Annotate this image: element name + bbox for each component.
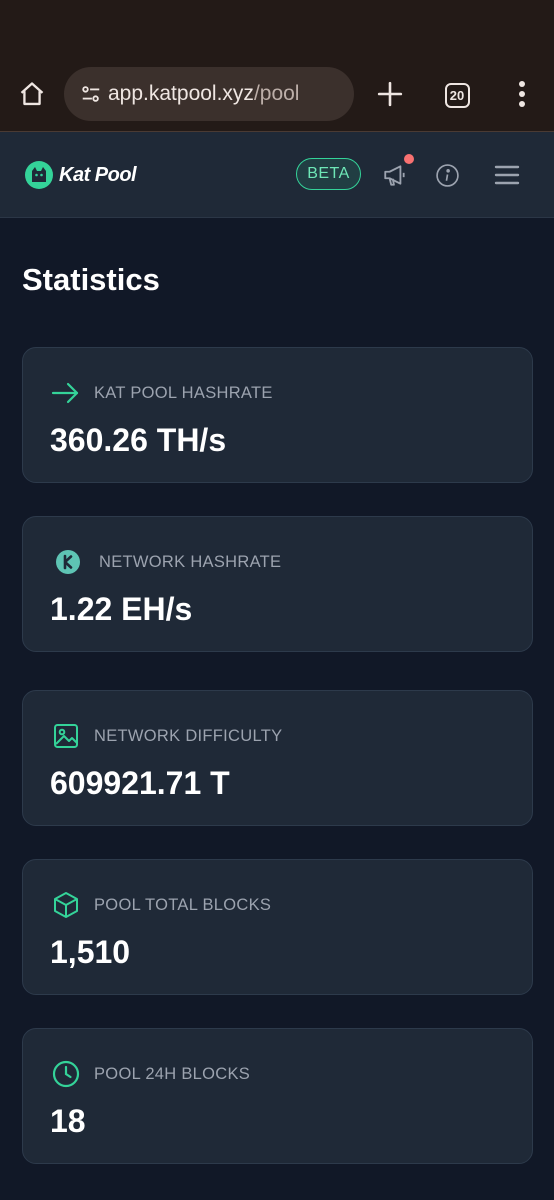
stat-label: KAT POOL HASHRATE — [94, 383, 273, 402]
more-vert-icon[interactable] — [506, 74, 538, 114]
stat-card-pool-total-blocks: POOL TOTAL BLOCKS 1,510 — [22, 859, 533, 995]
site-settings-icon[interactable] — [78, 81, 104, 107]
address-bar[interactable]: app.katpool.xyz/pool — [64, 67, 354, 121]
stat-label: POOL 24H BLOCKS — [94, 1064, 251, 1083]
tab-switcher-icon[interactable]: 20 — [440, 78, 474, 112]
status-bar — [0, 0, 554, 56]
arrow-right-icon — [51, 378, 81, 408]
clock-icon — [51, 1059, 81, 1089]
stat-card-pool-24h-blocks: POOL 24H BLOCKS 18 — [22, 1028, 533, 1164]
stat-card-network-hashrate: NETWORK HASHRATE 1.22 EH/s — [22, 516, 533, 652]
hamburger-menu-icon[interactable] — [490, 158, 524, 192]
app-header: Kat Pool BETA — [0, 132, 554, 218]
tab-count: 20 — [444, 82, 470, 108]
stat-label: POOL TOTAL BLOCKS — [94, 895, 272, 914]
browser-toolbar: app.katpool.xyz/pool 20 — [0, 56, 554, 132]
notification-dot — [404, 154, 414, 164]
stat-card-pool-hashrate: KAT POOL HASHRATE 360.26 TH/s — [22, 347, 533, 483]
url-host: app.katpool.xyz — [108, 82, 254, 105]
home-icon[interactable] — [12, 74, 52, 114]
stat-value: 360.26 TH/s — [50, 422, 227, 458]
stat-value: 1,510 — [50, 934, 131, 970]
page-title: Statistics — [22, 262, 160, 297]
stat-value: 1.22 EH/s — [50, 591, 193, 627]
url-text[interactable]: app.katpool.xyz/pool — [108, 82, 299, 106]
url-path: /pool — [253, 82, 300, 105]
logo-text: Kat Pool — [59, 163, 137, 186]
kaspa-logo-icon — [53, 547, 83, 577]
kat-logo-icon — [25, 161, 53, 189]
stat-label: NETWORK DIFFICULTY — [94, 726, 283, 745]
image-icon — [51, 721, 81, 751]
new-tab-icon[interactable] — [370, 74, 410, 114]
cube-icon — [51, 890, 81, 920]
stat-value: 609921.71 T — [50, 765, 230, 801]
beta-badge: BETA — [296, 158, 361, 190]
info-icon[interactable] — [430, 158, 464, 192]
stat-card-network-difficulty: NETWORK DIFFICULTY 609921.71 T — [22, 690, 533, 826]
stat-label: NETWORK HASHRATE — [99, 552, 282, 571]
stat-value: 18 — [50, 1103, 86, 1139]
logo[interactable]: Kat Pool — [24, 158, 137, 192]
